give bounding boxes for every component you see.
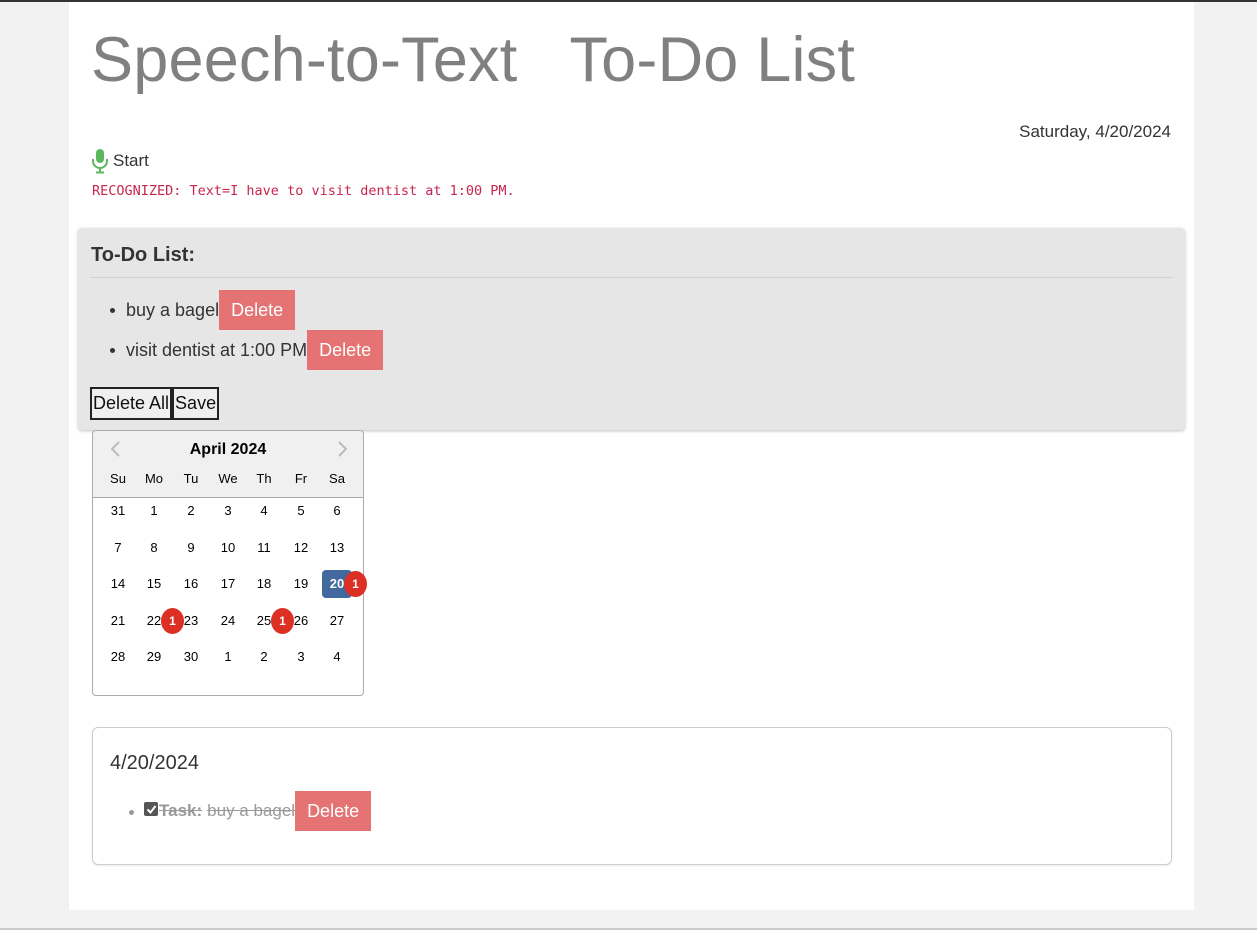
weekday-label: We bbox=[218, 471, 238, 486]
calendar-day[interactable]: 14 bbox=[103, 570, 133, 598]
calendar-day[interactable]: 31 bbox=[103, 497, 133, 525]
calendar-day[interactable]: 19 bbox=[286, 570, 316, 598]
calendar-day[interactable]: 23 bbox=[176, 607, 206, 635]
chevron-right-icon[interactable] bbox=[331, 439, 351, 459]
calendar-day[interactable]: 3 bbox=[213, 497, 243, 525]
day-card: 4/20/2024 Task: buy a bagel Delete bbox=[92, 727, 1172, 865]
calendar: April 2024 Su Mo Tu We Th Fr Sa 31 1 2 3 4 5 6 7 8 9 10 11… bbox=[92, 430, 367, 696]
calendar-day[interactable]: 6 bbox=[322, 497, 352, 525]
calendar-day[interactable]: 24 bbox=[213, 607, 243, 635]
weekday-label: Fr bbox=[294, 471, 308, 486]
todo-heading: To-Do List: bbox=[91, 244, 196, 266]
todo-item-text: buy a bagel bbox=[126, 299, 220, 320]
todo-panel: To-Do List: buy a bagel Delete visit den… bbox=[78, 228, 1185, 430]
todo-item: buy a bagel Delete bbox=[109, 290, 383, 330]
current-date: Saturday, 4/20/2024 bbox=[1019, 122, 1171, 141]
checkmark-icon bbox=[146, 804, 156, 814]
recognized-text: RECOGNIZED: Text=I have to visit dentist… bbox=[92, 183, 515, 199]
calendar-day[interactable]: 11 bbox=[249, 534, 279, 562]
todo-list: buy a bagel Delete visit dentist at 1:00… bbox=[109, 290, 384, 370]
task-count-badge: 1 bbox=[344, 571, 367, 597]
calendar-day[interactable]: 2 bbox=[249, 643, 279, 671]
calendar-day[interactable]: 17 bbox=[213, 570, 243, 598]
calendar-month-label: April 2024 bbox=[189, 441, 267, 458]
calendar-day[interactable]: 18 bbox=[249, 570, 279, 598]
calendar-day[interactable]: 9 bbox=[176, 534, 206, 562]
delete-button[interactable]: Delete bbox=[307, 330, 384, 370]
calendar-day[interactable]: 13 bbox=[322, 534, 352, 562]
calendar-day[interactable]: 10 bbox=[213, 534, 243, 562]
calendar-day[interactable]: 15 bbox=[139, 570, 169, 598]
start-button[interactable]: Start bbox=[91, 148, 149, 174]
weekday-label: Mo bbox=[144, 471, 164, 486]
calendar-day[interactable]: 27 bbox=[322, 607, 352, 635]
calendar-day[interactable]: 4 bbox=[249, 497, 279, 525]
day-card-date: 4/20/2024 bbox=[110, 752, 199, 774]
delete-button[interactable]: Delete bbox=[295, 791, 372, 831]
calendar-day[interactable]: 28 bbox=[103, 643, 133, 671]
calendar-day[interactable]: 16 bbox=[176, 570, 206, 598]
microphone-icon bbox=[92, 149, 108, 174]
save-button[interactable]: Save bbox=[172, 387, 220, 420]
calendar-day[interactable]: 21 bbox=[103, 607, 133, 635]
calendar-day[interactable]: 2 bbox=[176, 497, 206, 525]
calendar-day[interactable]: 7 bbox=[103, 534, 133, 562]
delete-button[interactable]: Delete bbox=[219, 290, 296, 330]
task-text: buy a bagel bbox=[207, 801, 296, 820]
weekday-label: Sa bbox=[329, 471, 345, 486]
page-container: Speech-to-Text To-Do List Saturday, 4/20… bbox=[69, 2, 1194, 910]
calendar-day[interactable]: 3 bbox=[286, 643, 316, 671]
divider bbox=[90, 277, 1173, 278]
calendar-day[interactable]: 5 bbox=[286, 497, 316, 525]
todo-actions: Delete All Save bbox=[90, 387, 220, 420]
calendar-day[interactable]: 4 bbox=[322, 643, 352, 671]
delete-all-button[interactable]: Delete All bbox=[90, 387, 173, 420]
calendar-day[interactable]: 12 bbox=[286, 534, 316, 562]
start-label: Start bbox=[113, 151, 149, 170]
task-item: Task: buy a bagel Delete bbox=[128, 791, 372, 831]
calendar-day[interactable]: 1 bbox=[139, 497, 169, 525]
calendar-day[interactable]: 8 bbox=[139, 534, 169, 562]
weekday-label: Su bbox=[110, 471, 126, 486]
calendar-day[interactable]: 1 bbox=[213, 643, 243, 671]
weekday-label: Th bbox=[256, 471, 272, 486]
calendar-day[interactable]: 30 bbox=[176, 643, 206, 671]
calendar-day[interactable]: 26 bbox=[286, 607, 316, 635]
calendar-day[interactable]: 29 bbox=[139, 643, 169, 671]
task-label: Task: bbox=[159, 801, 203, 820]
page-title: Speech-to-Text To-Do List bbox=[91, 25, 856, 95]
weekday-label: Tu bbox=[183, 471, 199, 486]
task-checkbox[interactable] bbox=[144, 802, 158, 816]
calendar-header: April 2024 bbox=[93, 431, 363, 498]
todo-item-text: visit dentist at 1:00 PM bbox=[126, 339, 308, 360]
todo-item: visit dentist at 1:00 PM Delete bbox=[109, 330, 384, 370]
